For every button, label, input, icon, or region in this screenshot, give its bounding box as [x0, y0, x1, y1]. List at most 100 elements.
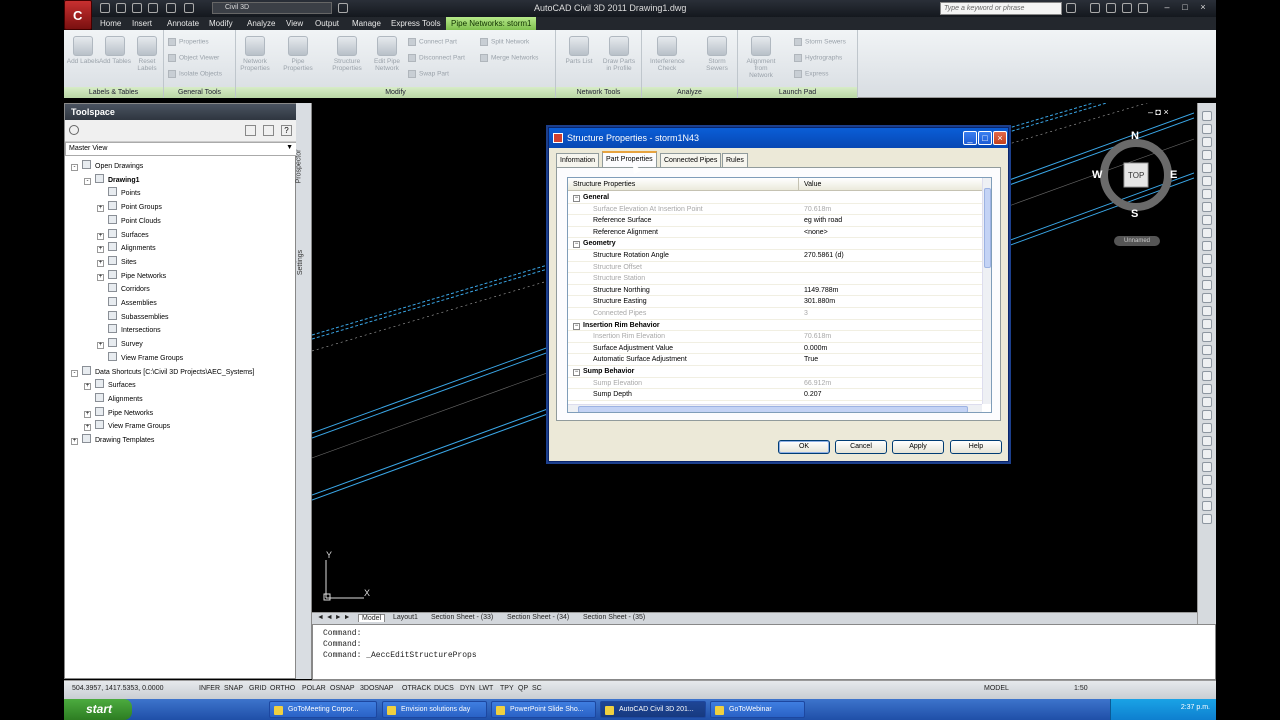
tree-item[interactable]: + Pipe Networks: [97, 269, 166, 281]
wcs-menu[interactable]: Unnamed: [1114, 236, 1160, 246]
property-row[interactable]: Reference Alignment <none>: [568, 227, 982, 239]
add-tables-button[interactable]: Add Tables: [98, 36, 132, 65]
tab-prospector[interactable]: Prospector: [295, 150, 302, 184]
status-toggle-infer[interactable]: INFER: [199, 685, 220, 692]
compass-south[interactable]: S: [1131, 208, 1138, 220]
draw-tool-icon[interactable]: [1202, 410, 1212, 420]
search-icon[interactable]: [69, 125, 79, 135]
object-viewer-button[interactable]: Object Viewer: [168, 54, 219, 62]
tree-item[interactable]: Intersections: [97, 324, 161, 334]
expand-toggle-icon[interactable]: +: [97, 273, 104, 281]
property-value[interactable]: 0.000m: [804, 345, 827, 352]
scroll-thumb[interactable]: [578, 406, 968, 412]
pipe-properties-button[interactable]: Pipe Properties: [281, 36, 315, 72]
compass-west[interactable]: W: [1092, 169, 1102, 181]
draw-tool-icon[interactable]: [1202, 202, 1212, 212]
column-divider[interactable]: [798, 178, 799, 191]
draw-tool-icon[interactable]: [1202, 254, 1212, 264]
tree-item[interactable]: + Sites: [97, 255, 137, 267]
expand-toggle-icon[interactable]: +: [97, 342, 104, 350]
layout-tab-layout1[interactable]: Layout1: [390, 614, 421, 621]
compass-east[interactable]: E: [1170, 169, 1177, 181]
tab-manage[interactable]: Manage: [352, 19, 381, 28]
tree-item[interactable]: Point Clouds: [97, 214, 161, 225]
search-input[interactable]: Type a keyword or phrase: [940, 2, 1062, 15]
property-row[interactable]: Automatic Surface Adjustment True: [568, 354, 982, 366]
tree-item[interactable]: - Open Drawings: [71, 160, 143, 171]
workspace-select[interactable]: Civil 3D: [212, 2, 332, 14]
plot-icon[interactable]: [148, 3, 158, 13]
draw-tool-icon[interactable]: [1202, 449, 1212, 459]
alignment-from-network-button[interactable]: Alignment from Network: [744, 36, 778, 79]
taskbar-button[interactable]: GoToWebinar: [710, 701, 805, 718]
add-labels-button[interactable]: Add Labels: [66, 36, 100, 65]
tree-item[interactable]: + Pipe Networks: [84, 406, 153, 418]
draw-tool-icon[interactable]: [1202, 137, 1212, 147]
draw-tool-icon[interactable]: [1202, 176, 1212, 186]
tree-item[interactable]: + Surfaces: [84, 379, 136, 391]
tab-output[interactable]: Output: [315, 19, 339, 28]
draw-tool-icon[interactable]: [1202, 228, 1212, 238]
taskbar-button[interactable]: AutoCAD Civil 3D 201...: [600, 701, 706, 718]
draw-tool-icon[interactable]: [1202, 306, 1212, 316]
expand-toggle-icon[interactable]: -: [71, 369, 78, 377]
tab-nav-arrows[interactable]: ◄ ◄ ► ►: [314, 614, 354, 621]
maximize-icon[interactable]: □: [978, 131, 992, 145]
draw-tool-icon[interactable]: [1202, 514, 1212, 524]
property-category[interactable]: − Geometry: [568, 238, 982, 250]
tree-item[interactable]: - Data Shortcuts [C:\Civil 3D Projects\AE…: [71, 365, 255, 377]
tab-express-tools[interactable]: Express Tools: [391, 19, 441, 28]
expand-toggle-icon[interactable]: +: [97, 205, 104, 213]
command-line[interactable]: Command: Command: Command: _AeccEditStru…: [312, 624, 1216, 680]
edit-pipe-network-button[interactable]: Edit Pipe Network: [370, 36, 404, 72]
open-icon[interactable]: [116, 3, 126, 13]
draw-tool-icon[interactable]: [1202, 163, 1212, 173]
view-select[interactable]: Master View ▼: [65, 142, 297, 156]
draw-tool-icon[interactable]: [1202, 397, 1212, 407]
vertical-scrollbar[interactable]: [982, 178, 991, 404]
start-button[interactable]: start: [64, 699, 132, 720]
help-button[interactable]: Help: [950, 440, 1002, 454]
status-toggle-3dosnap[interactable]: 3DOSNAP: [360, 685, 393, 692]
merge-networks-button[interactable]: Merge Networks: [480, 54, 538, 62]
expand-toggle-icon[interactable]: +: [84, 424, 91, 432]
viewcube[interactable]: N S E W TOP: [1092, 130, 1180, 220]
expand-toggle-icon[interactable]: +: [97, 259, 104, 267]
draw-tool-icon[interactable]: [1202, 358, 1212, 368]
tab-rules[interactable]: Rules: [722, 153, 748, 167]
tab-information[interactable]: Information: [556, 153, 600, 167]
tree-item[interactable]: + Drawing Templates: [71, 434, 154, 445]
status-toggle-ducs[interactable]: DUCS: [434, 685, 454, 692]
draw-tool-icon[interactable]: [1202, 215, 1212, 225]
close-icon[interactable]: ×: [993, 131, 1007, 145]
tree-item[interactable]: Corridors: [97, 283, 150, 293]
property-value[interactable]: 301.880m: [804, 298, 835, 305]
tree-item[interactable]: + View Frame Groups: [84, 420, 170, 432]
property-row[interactable]: Structure Rotation Angle 270.5861 (d): [568, 250, 982, 262]
tree-item[interactable]: Subassemblies: [97, 310, 168, 321]
draw-tool-icon[interactable]: [1202, 332, 1212, 342]
minimize-icon[interactable]: –: [1160, 2, 1174, 14]
tile-icon[interactable]: [263, 125, 274, 136]
taskbar-button[interactable]: Envision solutions day: [382, 701, 487, 718]
ok-button[interactable]: OK: [778, 440, 830, 454]
hydrographs-button[interactable]: Hydrographs: [794, 54, 842, 62]
tab-view[interactable]: View: [286, 19, 303, 28]
subscription-icon[interactable]: [1090, 3, 1100, 13]
help-icon[interactable]: ?: [281, 125, 292, 136]
status-toggle-polar[interactable]: POLAR: [302, 685, 326, 692]
draw-tool-icon[interactable]: [1202, 436, 1212, 446]
new-icon[interactable]: [100, 3, 110, 13]
parts-list-button[interactable]: Parts List: [562, 36, 596, 65]
expand-toggle-icon[interactable]: +: [84, 383, 91, 391]
minimize-icon[interactable]: _: [963, 131, 977, 145]
tab-home[interactable]: Home: [100, 19, 121, 28]
property-value[interactable]: 1149.788m: [804, 287, 839, 294]
draw-tool-icon[interactable]: [1202, 319, 1212, 329]
status-toggle-grid[interactable]: GRID: [249, 685, 267, 692]
draw-tool-icon[interactable]: [1202, 462, 1212, 472]
redo-icon[interactable]: [184, 3, 194, 13]
status-toggle-snap[interactable]: SNAP: [224, 685, 243, 692]
taskbar-button[interactable]: GoToMeeting Corpor...: [269, 701, 377, 718]
isolate-objects-button[interactable]: Isolate Objects: [168, 70, 222, 78]
